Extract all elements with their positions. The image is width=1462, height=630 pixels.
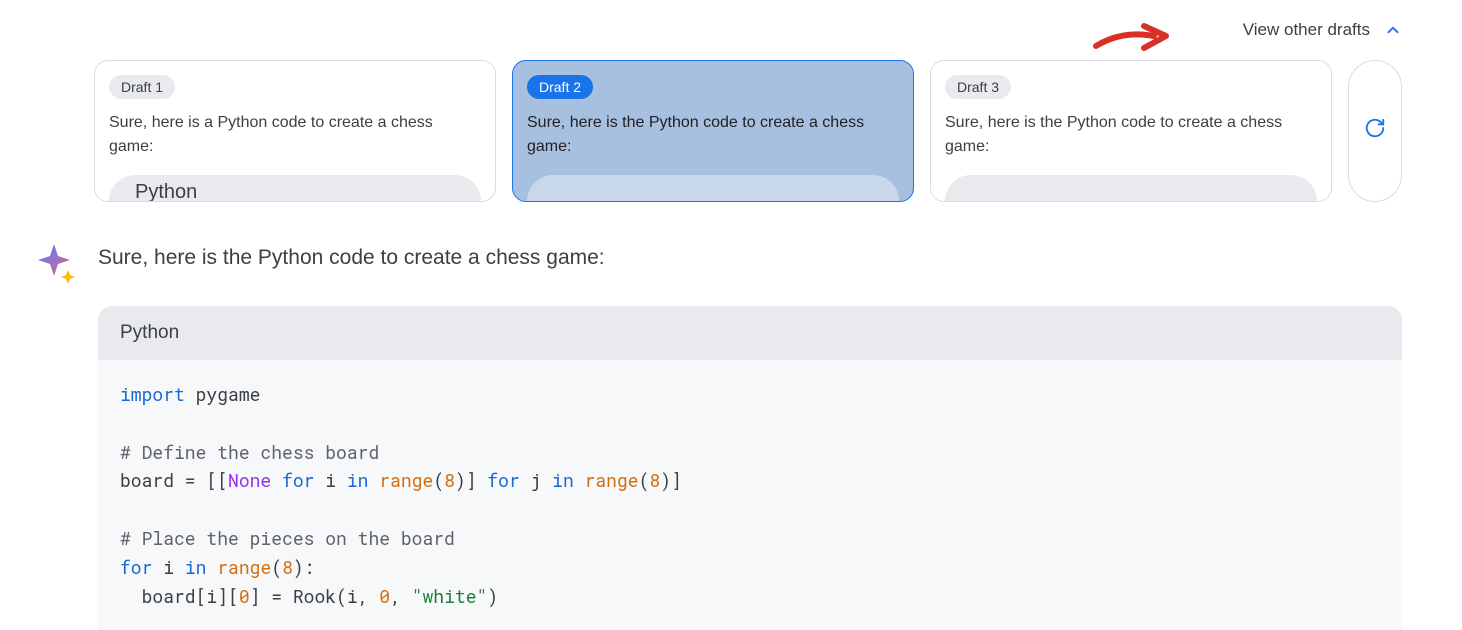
sparkle-icon — [36, 242, 78, 284]
chevron-up-icon — [1384, 21, 1402, 39]
code-block: Python import pygame # Define the chess … — [98, 306, 1402, 630]
code-content: import pygame # Define the chess boardbo… — [98, 360, 1402, 630]
draft-preview-text: Sure, here is a Python code to create a … — [109, 111, 481, 159]
response-intro-text: Sure, here is the Python code to create … — [98, 246, 1402, 270]
draft-code-lang-pill: Python — [109, 175, 481, 202]
annotation-arrow — [1092, 16, 1174, 58]
draft-code-lang-pill: Python — [527, 175, 899, 202]
drafts-row: Draft 1 Sure, here is a Python code to c… — [32, 60, 1430, 202]
regenerate-button[interactable] — [1348, 60, 1402, 202]
draft-card-2[interactable]: Draft 2 Sure, here is the Python code to… — [512, 60, 914, 202]
view-other-drafts-label: View other drafts — [1243, 20, 1370, 40]
draft-card-1[interactable]: Draft 1 Sure, here is a Python code to c… — [94, 60, 496, 202]
draft-code-lang-pill: Python — [945, 175, 1317, 202]
draft-badge: Draft 3 — [945, 75, 1011, 99]
draft-card-3[interactable]: Draft 3 Sure, here is the Python code to… — [930, 60, 1332, 202]
view-other-drafts-toggle[interactable]: View other drafts — [1243, 20, 1402, 40]
code-language-label: Python — [98, 306, 1402, 360]
refresh-icon — [1364, 117, 1386, 145]
draft-preview-text: Sure, here is the Python code to create … — [945, 111, 1317, 159]
draft-badge: Draft 2 — [527, 75, 593, 99]
draft-preview-text: Sure, here is the Python code to create … — [527, 111, 899, 159]
draft-badge: Draft 1 — [109, 75, 175, 99]
